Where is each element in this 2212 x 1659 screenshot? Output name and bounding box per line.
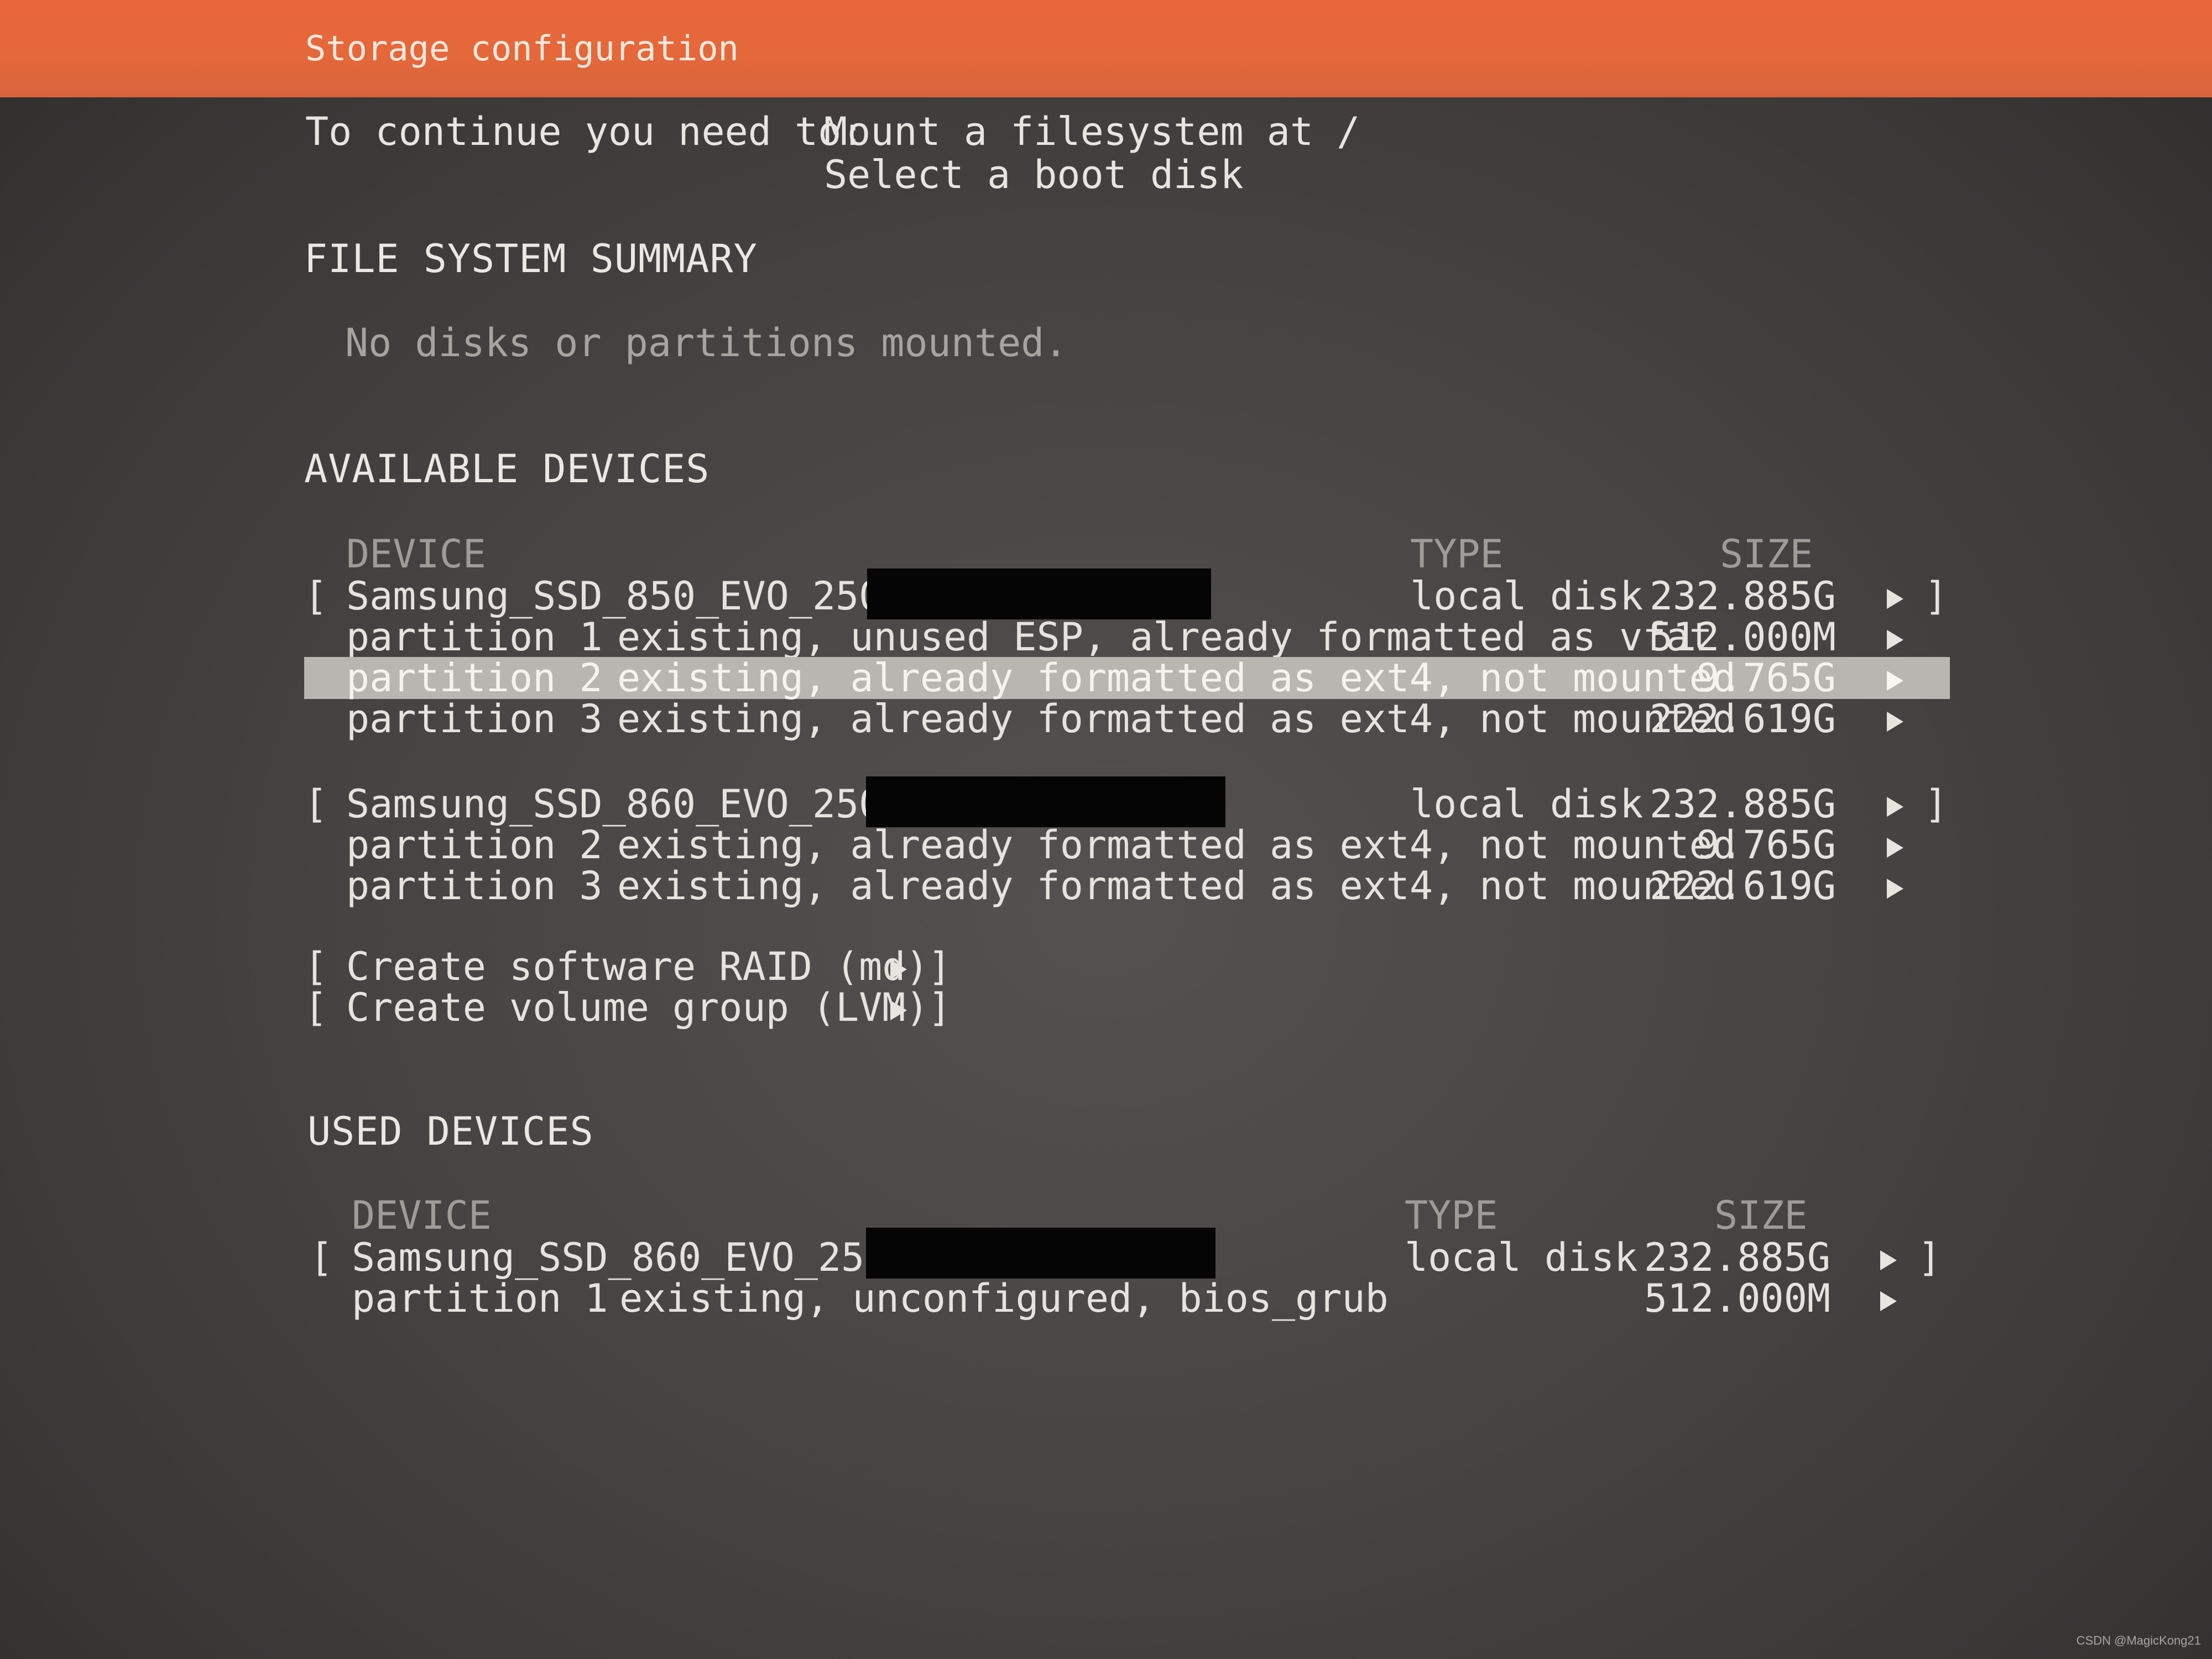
disk-type: local disk [1405,1235,1638,1280]
partition-label: partition 1 [352,1276,608,1321]
column-type: TYPE [1405,1193,1498,1238]
arrow-right-icon[interactable] [1887,575,1903,617]
partition-desc: existing, already formatted as ext4, not… [617,863,1736,909]
open-bracket: [ [304,573,328,619]
partition-desc: existing, already formatted as ext4, not… [617,822,1736,868]
close-bracket: ] [1918,1235,1942,1280]
arrow-right-icon[interactable] [1887,616,1903,658]
available-devices-heading: AVAILABLE DEVICES [304,446,710,492]
arrow-right-icon[interactable] [1887,865,1903,907]
disk-type: local disk [1410,781,1644,827]
arrow-right-icon [890,946,907,988]
action-label: Create volume group (LVM) [346,985,929,1030]
column-size: SIZE [1720,531,1813,577]
redaction-bar [866,1228,1215,1279]
close-bracket: ] [928,985,952,1030]
partition-row[interactable]: partition 3 existing, already formatted … [304,698,1963,740]
create-raid-button[interactable]: [ Create software RAID (md) ] [304,946,1963,988]
continue-item-boot: Select a boot disk [824,152,1244,197]
partition-label: partition 1 [346,614,603,660]
arrow-right-icon[interactable] [1880,1277,1897,1319]
column-device: DEVICE [346,531,486,577]
redaction-bar [867,568,1211,619]
action-label: Create software RAID (md) [346,944,929,989]
continue-prefix: To continue you need to: [305,109,865,154]
disk-size: 232.885G [1649,781,1836,827]
disk-name: Samsung_SSD_860_EVO_250GB [352,1235,935,1280]
column-size: SIZE [1714,1193,1808,1238]
arrow-right-icon[interactable] [1887,824,1903,866]
close-bracket: ] [1924,573,1948,619]
partition-row[interactable]: partition 2 existing, already formatted … [304,824,1963,866]
arrow-right-icon [890,987,907,1029]
disk-type: local disk [1410,573,1644,619]
disk-name: Samsung_SSD_850_EVO_250GB [346,573,929,619]
disk-name: Samsung_SSD_860_EVO_250GB [346,781,929,827]
arrow-right-icon[interactable] [1887,783,1903,825]
fs-summary-heading: FILE SYSTEM SUMMARY [304,236,758,281]
arrow-right-icon[interactable] [1887,698,1903,740]
watermark: CSDN @MagicKong21 [2076,1634,2201,1647]
partition-size: 512.000M [1644,1276,1830,1321]
redaction-bar [866,776,1225,827]
partition-size: 222.619G [1649,696,1836,742]
partition-label: partition 3 [346,863,603,909]
partition-row[interactable]: partition 1 existing, unused ESP, alread… [304,616,1963,658]
open-bracket: [ [304,985,328,1030]
close-bracket: ] [1924,781,1948,827]
arrow-right-icon[interactable] [1880,1237,1897,1279]
screen-title: Storage configuration [305,28,739,69]
partition-row[interactable]: partition 3 existing, already formatted … [304,865,1963,907]
partition-size: 512.000M [1649,614,1836,660]
used-partition-row[interactable]: partition 1 existing, unconfigured, bios… [310,1277,1969,1319]
partition-size: 222.619G [1649,863,1836,909]
partition-label: partition 2 [346,822,603,868]
fs-summary-empty: No disks or partitions mounted. [345,320,1068,366]
title-bar: Storage configuration [0,0,2212,97]
partition-desc: existing, already formatted as ext4, not… [617,696,1736,742]
used-devices-heading: USED DEVICES [307,1109,594,1154]
partition-label: partition 2 [346,655,603,701]
open-bracket: [ [310,1235,333,1280]
partition-desc: existing, already formatted as ext4, not… [617,655,1736,701]
partition-size: 9.765G [1696,655,1836,701]
partition-size: 9.765G [1696,822,1836,868]
partition-label: partition 3 [346,696,603,742]
disk-size: 232.885G [1649,573,1836,619]
open-bracket: [ [304,944,328,989]
partition-desc: existing, unused ESP, already formatted … [617,614,1713,660]
partition-desc: existing, unconfigured, bios_grub [619,1276,1389,1321]
arrow-right-icon[interactable] [1887,657,1903,699]
column-type: TYPE [1410,531,1504,577]
continue-item-mount: Mount a filesystem at / [824,109,1360,154]
open-bracket: [ [304,781,328,827]
column-device: DEVICE [352,1193,492,1238]
close-bracket: ] [928,944,952,989]
partition-row-selected[interactable]: partition 2 existing, already formatted … [304,657,1950,699]
disk-size: 232.885G [1644,1235,1830,1280]
create-lvm-button[interactable]: [ Create volume group (LVM) ] [304,987,1963,1029]
